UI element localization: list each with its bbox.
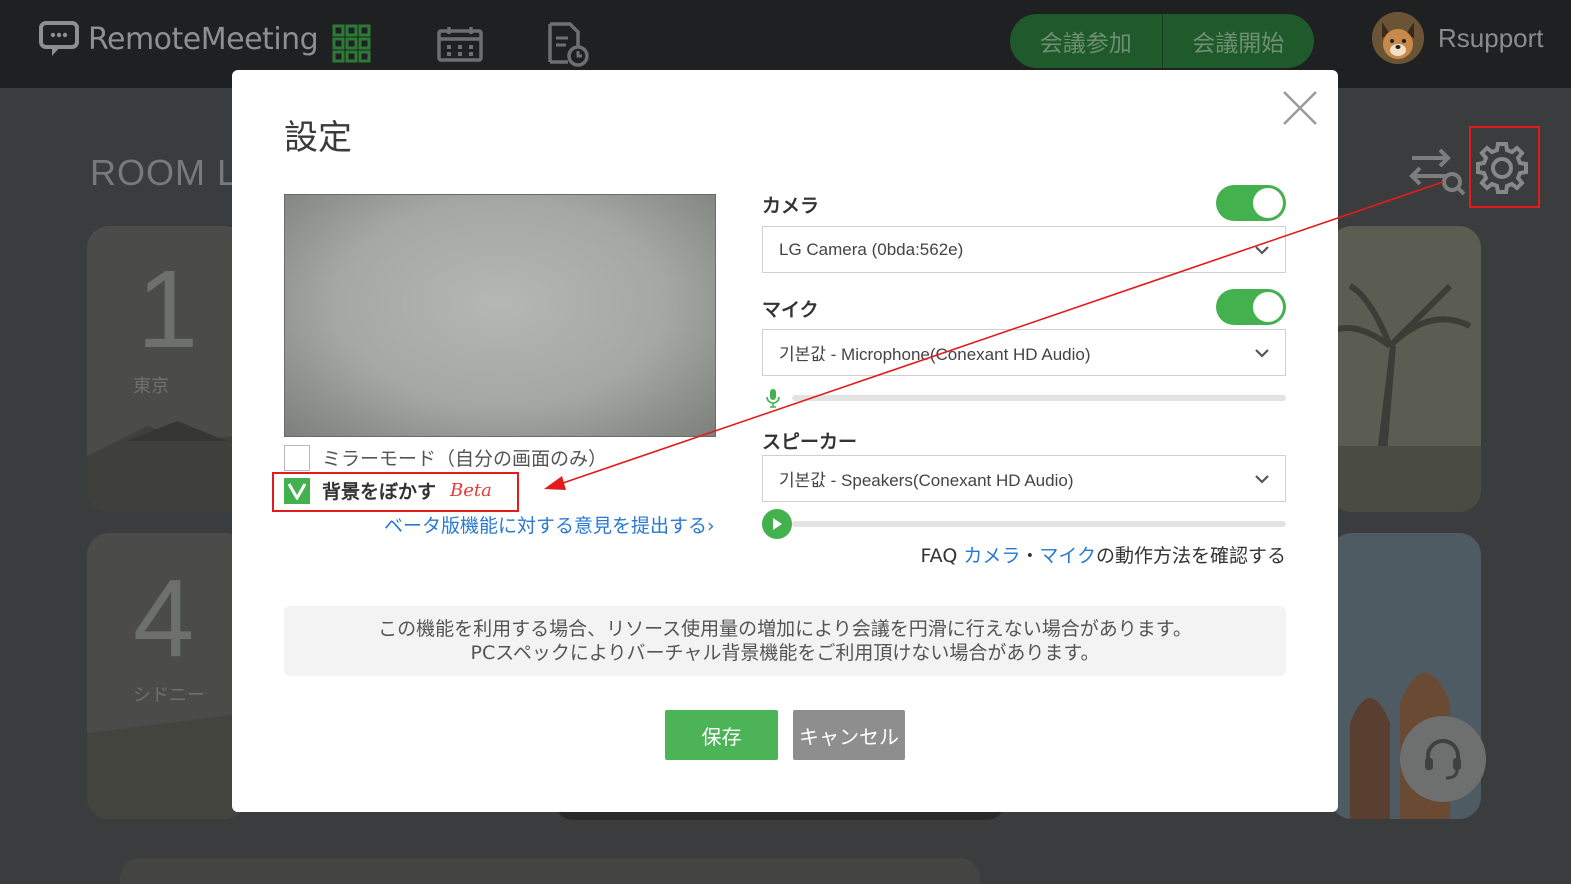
mirror-mode-option[interactable]: ミラーモード（自分の画面のみ） xyxy=(284,444,607,471)
blur-highlight-box xyxy=(272,472,519,512)
app-logo[interactable]: RemoteMeeting xyxy=(38,20,319,58)
speaker-label: スピーカー xyxy=(762,431,858,453)
faq-camera-link[interactable]: カメラ xyxy=(963,545,1020,567)
settings-highlight-box xyxy=(1469,126,1540,208)
app-name: RemoteMeeting xyxy=(88,21,319,57)
headset-icon xyxy=(1425,739,1461,780)
mic-select-value: 기본값 - Microphone(Conexant HD Audio) xyxy=(779,345,1091,364)
user-name: Rsupport xyxy=(1438,22,1544,53)
chevron-down-icon xyxy=(1255,475,1269,484)
faq-mic-link[interactable]: マイク xyxy=(1039,545,1096,567)
beta-feedback-link[interactable]: ベータ版機能に対する意見を提出する› xyxy=(384,511,715,538)
camera-select[interactable]: LG Camera (0bda:562e) xyxy=(762,226,1286,273)
camera-preview xyxy=(284,194,716,437)
camera-label: カメラ xyxy=(762,195,820,217)
play-icon xyxy=(773,518,782,530)
settings-dialog: 設定 ミラーモード（自分の画面のみ） 背景をぼかす Beta ベータ版機能に対す… xyxy=(232,70,1338,812)
join-meeting-button[interactable]: 会議参加 xyxy=(1010,14,1162,68)
room-card-4[interactable]: 4 シドニー xyxy=(87,533,247,819)
faq-separator: ・ xyxy=(1020,545,1040,567)
chat-logo-icon xyxy=(39,21,79,56)
save-button[interactable]: 保存 xyxy=(665,710,778,760)
meeting-buttons: 会議参加 会議開始 xyxy=(1010,14,1314,68)
speaker-level-bar xyxy=(792,521,1286,527)
camera-toggle[interactable] xyxy=(1216,185,1286,221)
faq-prefix: FAQ xyxy=(920,545,964,567)
start-meeting-button[interactable]: 会議開始 xyxy=(1163,14,1315,68)
cancel-button[interactable]: キャンセル xyxy=(793,710,905,760)
notice-line-1: この機能を利用する場合、リソース使用量の増加により会議を円滑に行えない場合があり… xyxy=(378,618,1192,640)
chevron-right-icon: › xyxy=(707,515,715,537)
faq-suffix: の動作方法を確認する xyxy=(1095,545,1286,567)
room-card-3[interactable] xyxy=(1330,226,1481,512)
room-card-1[interactable]: 1 東京 xyxy=(87,226,247,512)
mic-toggle[interactable] xyxy=(1216,289,1286,325)
speaker-test-button[interactable] xyxy=(762,509,792,539)
close-icon[interactable] xyxy=(1280,88,1320,128)
user-menu[interactable]: Rsupport xyxy=(1372,12,1544,64)
faq-line: FAQ カメラ・マイクの動作方法を確認する xyxy=(920,541,1286,568)
room-number: 1 xyxy=(137,248,199,371)
palm-tree-image xyxy=(1330,226,1481,512)
notice-line-2: PCスペックによりバーチャル背景機能をご利用頂けない場合があります。 xyxy=(470,642,1100,664)
mic-label: マイク xyxy=(762,299,819,321)
meeting-history-icon[interactable] xyxy=(546,22,590,68)
chevron-down-icon xyxy=(1255,246,1269,255)
room-list-title: ROOM LI xyxy=(90,152,250,193)
mirror-mode-checkbox[interactable] xyxy=(284,444,310,471)
mic-level-bar xyxy=(792,395,1286,401)
avatar xyxy=(1372,12,1424,64)
speaker-select[interactable]: 기본값 - Speakers(Conexant HD Audio) xyxy=(762,455,1286,502)
camera-select-value: LG Camera (0bda:562e) xyxy=(779,239,964,259)
room-number: 4 xyxy=(133,557,195,680)
performance-notice: この機能を利用する場合、リソース使用量の増加により会議を円滑に行えない場合があり… xyxy=(284,606,1286,676)
room-grid-icon[interactable] xyxy=(332,24,372,64)
support-button[interactable] xyxy=(1400,716,1486,802)
microphone-icon xyxy=(766,389,780,408)
switch-search-icon[interactable] xyxy=(1408,142,1466,196)
chevron-down-icon xyxy=(1255,349,1269,358)
room-city: 東京 xyxy=(133,376,169,397)
mirror-mode-label: ミラーモード（自分の画面のみ） xyxy=(322,448,608,470)
mic-select[interactable]: 기본값 - Microphone(Conexant HD Audio) xyxy=(762,329,1286,376)
calendar-icon[interactable] xyxy=(437,26,483,62)
speaker-select-value: 기본값 - Speakers(Conexant HD Audio) xyxy=(779,471,1074,490)
room-city: シドニー xyxy=(133,685,205,706)
dialog-title: 設定 xyxy=(284,118,352,158)
room-card-partial-bottom[interactable] xyxy=(120,858,980,884)
beta-feedback-text: ベータ版機能に対する意見を提出する xyxy=(384,515,708,537)
avatar-dog-icon xyxy=(1372,12,1424,64)
